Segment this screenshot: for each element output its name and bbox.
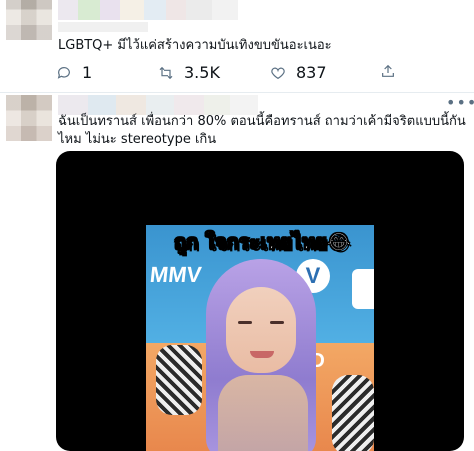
tweet-1-text: LGBTQ+ มีไว้แค่สร้างความบันเทิงขบขันอะเน…	[58, 38, 332, 53]
video-frame[interactable]: MMV V W D ถูก ใจกระเทยไทย😂	[146, 225, 374, 451]
tweet-1[interactable]: LGBTQ+ มีไว้แค่สร้างความบันเทิงขบขันอะเน…	[0, 0, 474, 94]
like-button[interactable]: 837	[270, 63, 327, 82]
person-face	[226, 287, 296, 373]
person-hand-right	[332, 375, 374, 451]
tweet-video[interactable]: MMV V W D ถูก ใจกระเทยไทย😂	[56, 151, 464, 451]
person-eye-left	[238, 321, 252, 324]
username-blurred[interactable]	[58, 95, 258, 115]
like-count: 837	[296, 63, 327, 82]
backdrop-shape	[352, 269, 374, 309]
share-icon	[382, 64, 394, 77]
retweet-count: 3.5K	[184, 63, 220, 82]
video-caption: ถูก ใจกระเทยไทย😂	[173, 230, 351, 255]
person-eye-right	[270, 321, 284, 324]
avatar-blurred[interactable]	[6, 0, 52, 40]
person-hand-left	[156, 345, 202, 415]
person-mouth	[250, 351, 274, 358]
username-blurred[interactable]	[58, 0, 268, 20]
retweet-icon	[159, 66, 173, 79]
avatar-blurred[interactable]	[6, 95, 52, 141]
comment-icon	[57, 66, 70, 79]
reply-count: 1	[82, 63, 93, 82]
share-button[interactable]	[380, 63, 396, 79]
reply-button[interactable]: 1	[56, 63, 92, 82]
retweet-button[interactable]: 3.5K	[158, 63, 220, 82]
heart-icon	[271, 67, 285, 79]
tweet-2-text: ฉันเป็นทรานส์ เพื่อนกว่า 80% ตอนนี้คือทร…	[58, 114, 466, 147]
more-options-button[interactable]: •••	[446, 93, 474, 112]
handle-blurred	[58, 22, 148, 32]
person-body	[218, 375, 308, 451]
more-dots-icon: •••	[446, 93, 474, 112]
backdrop-logo: MMV	[148, 262, 203, 287]
